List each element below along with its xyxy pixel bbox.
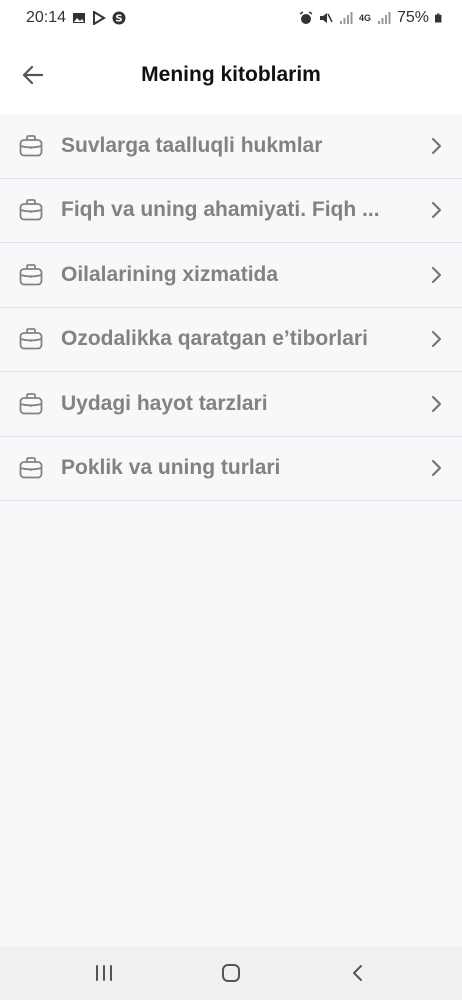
briefcase-icon xyxy=(19,134,43,157)
briefcase-icon xyxy=(19,199,43,221)
chevron-right-icon xyxy=(431,460,442,477)
book-title: Poklik va uning turlari xyxy=(61,456,281,480)
briefcase-icon xyxy=(19,328,43,350)
home-icon xyxy=(221,964,240,982)
page-title: Mening kitoblarim xyxy=(141,63,321,86)
arrow-left-icon xyxy=(22,65,44,85)
briefcase-icon xyxy=(19,392,43,415)
battery-icon xyxy=(435,13,442,23)
recent-apps-button[interactable] xyxy=(84,953,124,993)
status-bar: 20:14 S 4G 75% xyxy=(0,0,462,36)
book-item[interactable]: Poklik va uning turlari xyxy=(0,437,462,501)
book-item[interactable]: Ozodalikka qaratgan e’tiborlari xyxy=(0,308,462,372)
app-header: Mening kitoblarim xyxy=(0,36,462,114)
status-time: 20:14 xyxy=(26,9,67,26)
briefcase-icon xyxy=(19,263,43,286)
chevron-right-icon xyxy=(431,331,442,348)
back-button[interactable] xyxy=(16,58,50,92)
book-item[interactable]: Suvlarga taalluqli hukmlar xyxy=(0,114,462,179)
book-title: Fiqh va uning ahamiyati. Fiqh ... xyxy=(61,198,380,222)
book-title: Ozodalikka qaratgan e’tiborlari xyxy=(61,327,368,351)
status-right: 4G 75% xyxy=(299,9,444,27)
book-item[interactable]: Fiqh va uning ahamiyati. Fiqh ... xyxy=(0,179,462,243)
alarm-icon xyxy=(299,11,313,24)
chevron-right-icon xyxy=(431,395,442,412)
home-button[interactable] xyxy=(211,953,251,993)
book-item[interactable]: Oilalarining xizmatida xyxy=(0,243,462,308)
system-nav-bar xyxy=(0,946,462,1000)
book-title: Oilalarining xizmatida xyxy=(61,262,279,286)
back-chevron-icon xyxy=(353,965,363,981)
svg-text:S: S xyxy=(115,14,122,25)
book-title: Suvlarga taalluqli hukmlar xyxy=(61,133,323,157)
signal-icon xyxy=(339,12,353,24)
gallery-icon xyxy=(73,13,86,23)
battery-level: 75% xyxy=(396,9,429,26)
book-item[interactable]: Uydagi hayot tarzlari xyxy=(0,372,462,437)
mute-icon xyxy=(319,13,333,23)
status-left: 20:14 S xyxy=(26,9,126,27)
recent-apps-icon xyxy=(95,965,112,981)
briefcase-icon xyxy=(19,457,43,479)
chevron-right-icon xyxy=(431,137,442,154)
book-list: Suvlarga taalluqli hukmlar Fiqh va uning… xyxy=(0,114,462,501)
chevron-right-icon xyxy=(431,202,442,219)
signal-icon-2 xyxy=(377,12,391,24)
system-back-button[interactable] xyxy=(338,953,378,993)
chevron-right-icon xyxy=(431,266,442,283)
book-title: Uydagi hayot tarzlari xyxy=(61,391,268,415)
network-type: 4G xyxy=(358,12,371,23)
app-notification-icon: S xyxy=(112,11,126,25)
play-store-icon xyxy=(93,11,106,25)
